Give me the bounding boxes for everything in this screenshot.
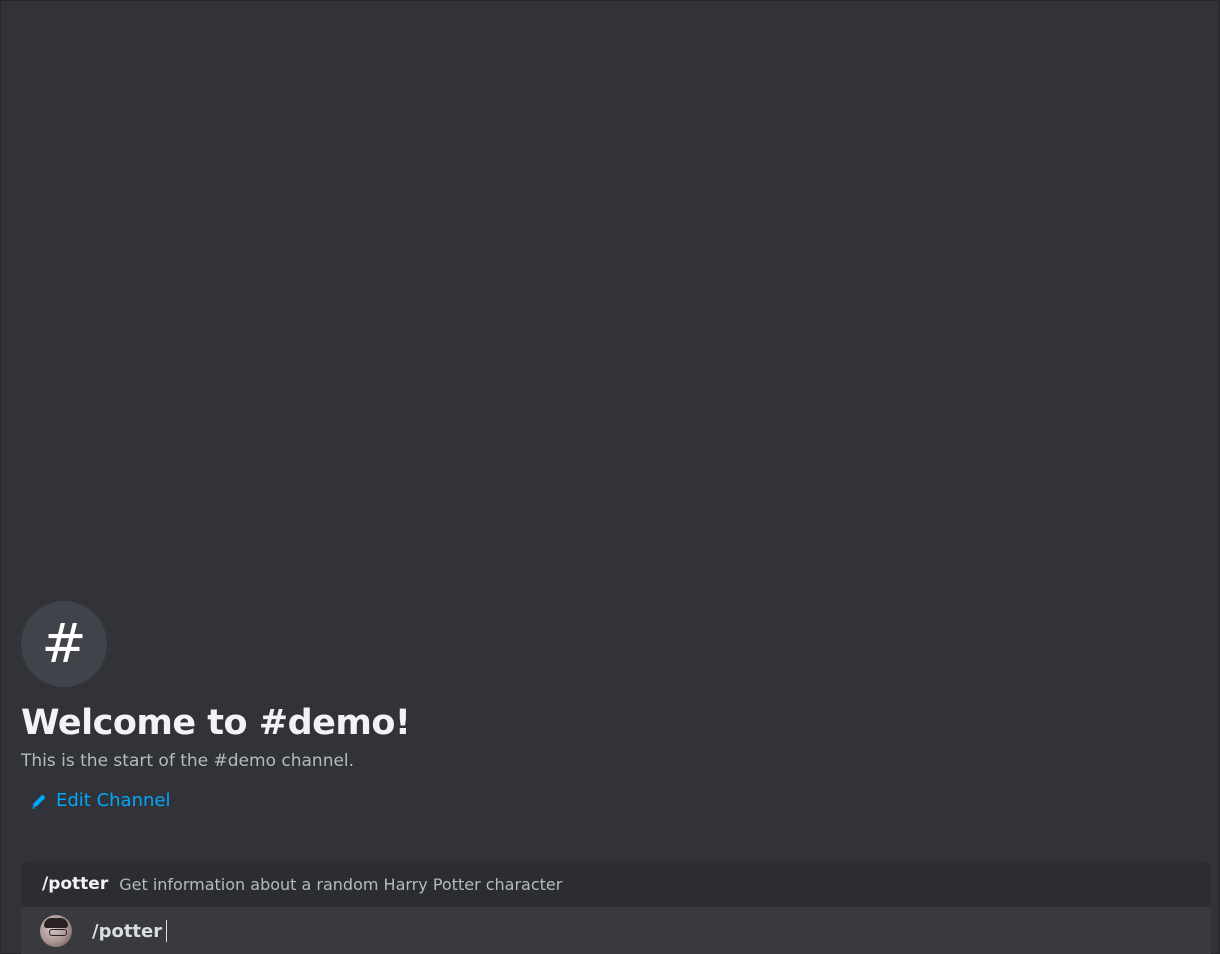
edit-channel-label: Edit Channel xyxy=(56,790,171,811)
hash-icon: # xyxy=(21,601,107,687)
edit-channel-button[interactable]: Edit Channel xyxy=(31,790,170,811)
avatar xyxy=(40,915,72,947)
command-name: /potter xyxy=(42,874,109,894)
message-input[interactable]: /potter xyxy=(92,920,168,942)
pencil-icon xyxy=(31,793,47,809)
message-input-value: /potter xyxy=(92,920,163,942)
chat-area: # Welcome to #demo! This is the start of… xyxy=(0,0,1220,954)
hash-glyph: # xyxy=(41,612,87,675)
text-caret xyxy=(166,920,168,942)
command-suggestion[interactable]: /potter Get information about a random H… xyxy=(21,861,1211,907)
message-composer[interactable]: /potter xyxy=(21,907,1211,954)
welcome-subtitle: This is the start of the #demo channel. xyxy=(21,751,355,771)
welcome-title: Welcome to #demo! xyxy=(21,703,411,743)
command-description: Get information about a random Harry Pot… xyxy=(119,874,563,894)
channel-welcome: # Welcome to #demo! This is the start of… xyxy=(21,601,821,813)
